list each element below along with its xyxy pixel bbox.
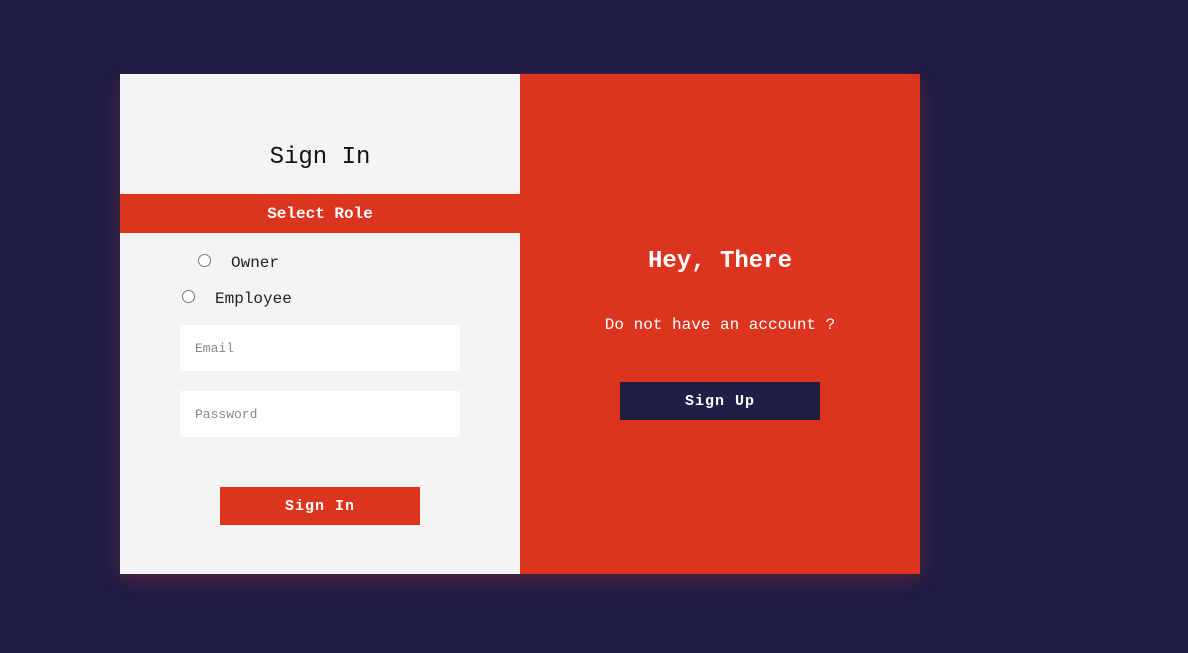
no-account-text: Do not have an account ? [604,316,836,334]
owner-label: Owner [231,254,280,272]
signin-button[interactable]: Sign In [220,487,420,525]
email-field[interactable] [180,325,460,371]
auth-card: Sign In Select Role Owner Employee Sign … [120,74,920,574]
signin-panel: Sign In Select Role Owner Employee Sign … [120,74,520,574]
employee-radio[interactable] [182,289,195,303]
signup-button[interactable]: Sign Up [620,382,820,420]
password-field[interactable] [180,391,460,437]
select-role-header: Select Role [120,194,520,233]
role-option-owner[interactable]: Owner [198,253,280,272]
owner-radio[interactable] [198,253,211,267]
signin-title: Sign In [269,144,371,171]
employee-label: Employee [215,290,292,308]
signup-panel: Hey, There Do not have an account ? Sign… [520,74,920,574]
role-option-employee[interactable]: Employee [182,289,292,308]
greeting-heading: Hey, There [647,248,793,275]
